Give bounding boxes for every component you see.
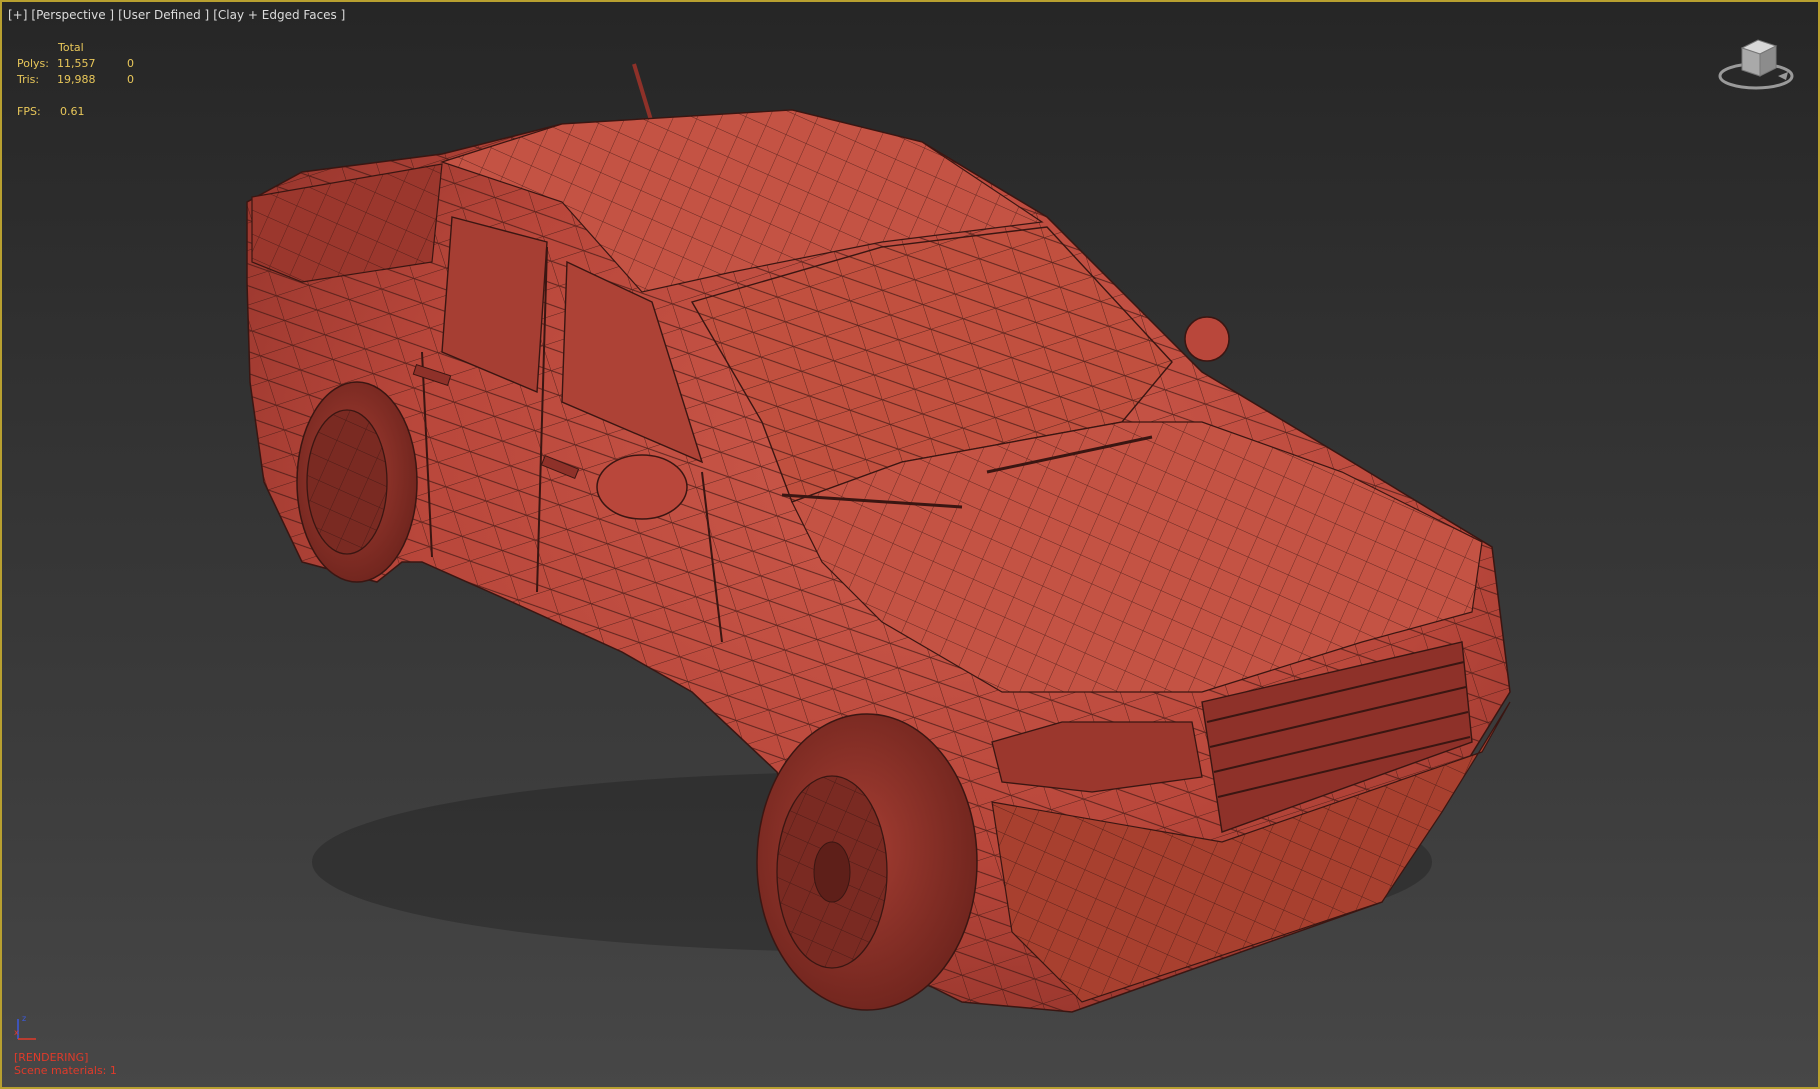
scene-materials-count: Scene materials: 1 — [14, 1064, 117, 1077]
rear-wheel — [296, 381, 418, 583]
viewcube-icon[interactable] — [1716, 32, 1800, 98]
viewport-plus-menu[interactable]: [+] — [8, 8, 27, 22]
fps-readout: FPS: 0.61 — [17, 104, 85, 120]
stats-label: Polys: — [17, 57, 49, 70]
side-mirror-left — [596, 454, 688, 520]
axis-x-label: x — [14, 1028, 19, 1037]
statistics-overlay: Total Polys: 11,557 0 Tris: 19,988 0 — [17, 40, 157, 88]
fps-value: 0.61 — [60, 105, 85, 118]
viewport-style-menu[interactable]: [Clay + Edged Faces ] — [213, 8, 345, 22]
stats-row-tris: Tris: 19,988 0 — [17, 72, 157, 88]
stats-selected: 0 — [127, 73, 134, 86]
headlight — [991, 721, 1203, 793]
side-mirror-right — [1184, 316, 1230, 362]
axis-tripod-icon: z x — [14, 1014, 36, 1040]
stats-total: 11,557 — [57, 57, 96, 70]
pickup-truck-model[interactable] — [2, 2, 1818, 1087]
stats-total: 19,988 — [57, 73, 96, 86]
stats-header-total: Total — [58, 41, 84, 54]
viewport-shading-menu[interactable]: [User Defined ] — [118, 8, 209, 22]
render-info: [RENDERING] Scene materials: 1 — [14, 1051, 117, 1077]
viewport-label-menu: [+] [Perspective ] [User Defined ] [Clay + … — [8, 8, 349, 22]
stats-label: Tris: — [17, 73, 40, 86]
viewport-point-of-view-menu[interactable]: [Perspective ] — [31, 8, 114, 22]
fps-label: FPS: — [17, 105, 41, 118]
rendering-status: [RENDERING] — [14, 1051, 89, 1064]
perspective-viewport[interactable]: [+] [Perspective ] [User Defined ] [Clay + … — [0, 0, 1820, 1089]
front-wheel — [756, 713, 978, 1011]
stats-selected: 0 — [127, 57, 134, 70]
stats-row-polys: Polys: 11,557 0 — [17, 56, 157, 72]
axis-z-label: z — [22, 1014, 26, 1023]
